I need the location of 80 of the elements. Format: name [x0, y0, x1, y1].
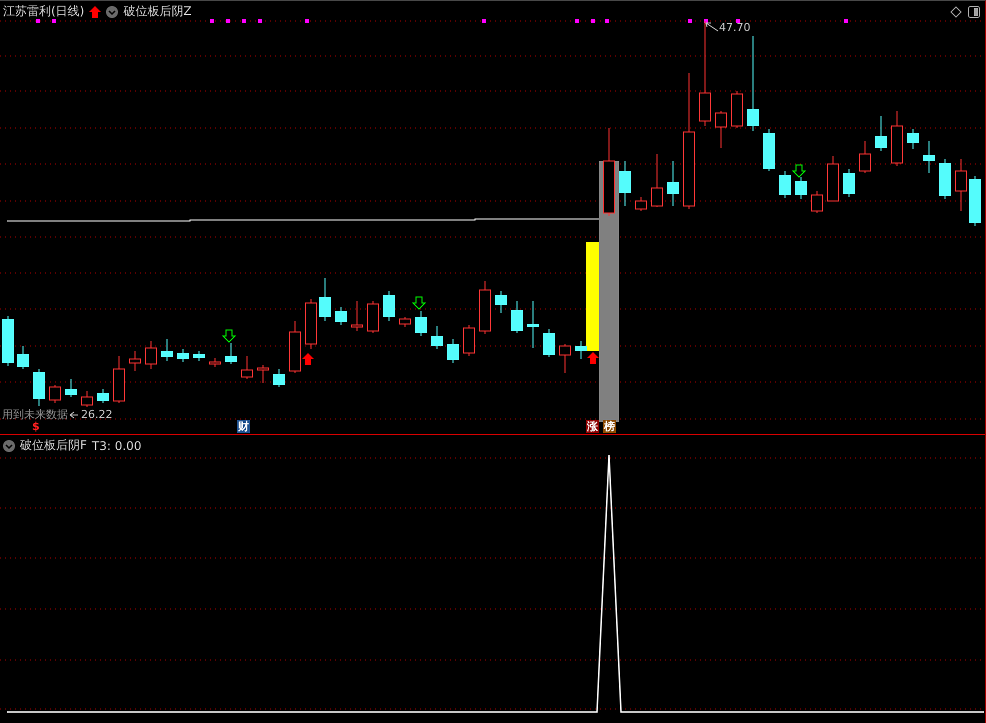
- candlestick: [795, 176, 807, 200]
- candlestick: [113, 356, 125, 404]
- candlestick: [65, 378, 77, 398]
- candlestick: [177, 348, 189, 362]
- candlestick: [97, 388, 109, 404]
- candlestick: [319, 278, 331, 322]
- indicator-name: 破位板后阴Z: [123, 3, 192, 20]
- up-arrow-icon: [302, 353, 314, 365]
- candlestick: [955, 158, 967, 212]
- high-price-label: 47.70: [719, 21, 750, 34]
- candlestick: [209, 358, 221, 368]
- candlestick: [859, 140, 871, 174]
- candlestick: [241, 356, 253, 380]
- indicator-name: 破位板后阴F: [20, 437, 87, 454]
- candlestick: [33, 368, 45, 406]
- candlestick: [335, 306, 347, 326]
- candlestick: [635, 196, 647, 212]
- down-arrow-icon: [412, 296, 426, 310]
- candlestick: [447, 338, 459, 364]
- candlestick: [161, 338, 173, 362]
- candlestick: [367, 300, 379, 334]
- leader-line: [70, 412, 78, 418]
- down-arrow-icon: [222, 330, 236, 343]
- candlestick: [969, 176, 981, 226]
- event-marker[interactable]: $: [31, 420, 41, 433]
- candlestick: [843, 168, 855, 198]
- candlestick: [129, 350, 141, 372]
- candlestick: [543, 328, 555, 358]
- candlestick: [667, 160, 679, 206]
- candlestick: [2, 316, 14, 366]
- up-arrow-icon: [587, 352, 599, 364]
- candlestick: [575, 340, 587, 360]
- candlestick: [715, 110, 727, 148]
- candlestick: [383, 290, 395, 322]
- candlestick: [907, 128, 919, 150]
- candlestick: [763, 128, 775, 172]
- event-marker[interactable]: 财: [237, 420, 250, 433]
- panel-toggle-icon[interactable]: [968, 6, 980, 18]
- event-marker[interactable]: 榜: [603, 420, 616, 433]
- candlestick: [495, 290, 507, 314]
- candlestick: [257, 364, 269, 384]
- indicator-reading: T3: 0.00: [92, 438, 142, 452]
- candlestick: [305, 298, 317, 350]
- low-price-label: 26.22: [81, 408, 112, 421]
- candlestick: [511, 300, 523, 334]
- candlestick: [463, 324, 475, 356]
- diamond-icon[interactable]: [950, 6, 962, 18]
- candlestick: [811, 190, 823, 214]
- dropdown-circle-icon[interactable]: [3, 440, 15, 452]
- candlestick: [225, 342, 237, 364]
- candlestick: [651, 154, 663, 208]
- candlestick: [351, 300, 363, 332]
- candlestick: [731, 90, 743, 128]
- candlestick: [939, 158, 951, 200]
- up-arrow-icon: [89, 6, 102, 18]
- candlestick: [289, 320, 301, 374]
- candlestick: [827, 156, 839, 202]
- candlestick: [145, 340, 157, 370]
- candlestick: [431, 326, 443, 350]
- event-marker[interactable]: 涨: [586, 420, 599, 433]
- candlestick: [527, 300, 539, 348]
- candlestick: [619, 160, 631, 206]
- candlestick: [81, 390, 93, 408]
- candlestick: [923, 140, 935, 174]
- candlestick: [17, 346, 29, 370]
- leader-line: [706, 22, 718, 32]
- candlestick: [273, 368, 285, 388]
- candlestick: [559, 344, 571, 374]
- stock-title: 江苏雷利(日线): [3, 3, 84, 20]
- candlestick: [479, 280, 491, 334]
- dropdown-circle-icon[interactable]: [106, 6, 118, 18]
- candlestick: [415, 310, 427, 336]
- warning-text: 用到未来数据: [2, 407, 68, 422]
- candlestick: [875, 116, 887, 152]
- candlestick: [891, 110, 903, 166]
- down-arrow-icon: [792, 164, 806, 178]
- candlestick: [779, 170, 791, 198]
- candlestick: [193, 350, 205, 362]
- candlestick: [49, 384, 61, 404]
- candlestick: [399, 316, 411, 328]
